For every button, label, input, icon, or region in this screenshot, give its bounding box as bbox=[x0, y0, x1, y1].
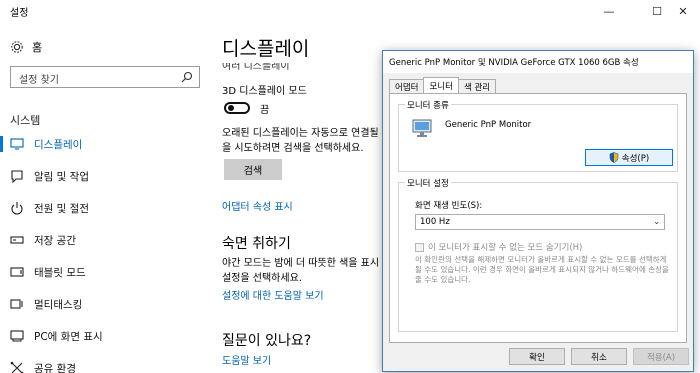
monitor-properties-button[interactable]: 속성(P) bbox=[585, 149, 673, 166]
warning-text: 이 확인란의 선택을 해제하면 모니터가 올바르게 표시할 수 없는 모드를 선… bbox=[415, 255, 669, 284]
question-heading: 질문이 있나요? bbox=[222, 333, 312, 349]
cancel-button[interactable]: 취소 bbox=[571, 348, 627, 365]
help-link[interactable]: 도움말 보기 bbox=[222, 352, 271, 367]
sidebar-item-notifications[interactable]: 알림 및 작업 bbox=[0, 164, 208, 188]
night-help-link[interactable]: 설정에 대한 도움말 보기 bbox=[222, 287, 324, 302]
toggle-state-label: 끔 bbox=[260, 105, 270, 116]
tablet-icon bbox=[10, 265, 24, 279]
checkbox-box[interactable] bbox=[415, 242, 424, 252]
sidebar-item-label: PC에 화면 표시 bbox=[34, 330, 103, 343]
tab-adapter[interactable]: 어댑터 bbox=[389, 79, 425, 93]
sidebar-item-label: 전원 및 절전 bbox=[34, 202, 89, 215]
3d-mode-label: 3D 디스플레이 모드 bbox=[222, 86, 307, 97]
notification-icon bbox=[10, 169, 24, 183]
dialog-tabs: 어댑터 모니터 색 관리 bbox=[389, 77, 497, 94]
home-nav[interactable]: 홈 bbox=[10, 39, 42, 55]
legacy-display-description: 오래된 디스플레이는 자동으로 연결될 을 시도하려면 검색을 선택하세요. bbox=[222, 126, 392, 156]
night-description: 야간 모드는 밤에 더 따뜻한 색을 표시 설정을 선택하세요. bbox=[222, 256, 379, 286]
group-label: 모니터 설정 bbox=[405, 177, 451, 189]
sidebar-item-display[interactable]: 디스플레이 bbox=[0, 132, 208, 156]
sidebar-item-multitasking[interactable]: 멀티태스킹 bbox=[0, 292, 208, 316]
refresh-rate-label: 화면 재생 빈도(S): bbox=[415, 201, 483, 211]
gear-icon bbox=[11, 41, 23, 53]
shared-icon bbox=[10, 361, 24, 373]
properties-button-label: 속성(P) bbox=[621, 153, 650, 164]
page-title: 디스플레이 bbox=[222, 38, 310, 60]
monitor-properties-dialog: Generic PnP Monitor 및 NVIDIA GeForce GTX… bbox=[382, 50, 694, 372]
monitor-settings-group: 모니터 설정 화면 재생 빈도(S): 100 Hz ⌄ 이 모니터가 표시할 … bbox=[398, 177, 678, 332]
sidebar-item-project[interactable]: PC에 화면 표시 bbox=[0, 324, 208, 348]
description-line: 을 시도하려면 검색을 선택하세요. bbox=[222, 143, 364, 154]
monitor-type-group: 모니터 종류 Generic PnP Monitor 속성(P) bbox=[398, 99, 678, 172]
project-icon bbox=[10, 329, 24, 343]
group-label: 모니터 종류 bbox=[405, 99, 451, 111]
sidebar-item-label: 디스플레이 bbox=[34, 138, 83, 151]
sidebar-item-label: 공유 환경 bbox=[34, 362, 76, 373]
sidebar-item-tablet[interactable]: 태블릿 모드 bbox=[0, 260, 208, 284]
search-placeholder: 설정 찾기 bbox=[19, 75, 59, 86]
night-heading: 숙면 취하기 bbox=[222, 236, 291, 252]
chevron-down-icon: ⌄ bbox=[653, 217, 660, 226]
sidebar-item-label: 멀티태스킹 bbox=[34, 298, 83, 311]
sidebar-item-label: 저장 공간 bbox=[34, 234, 76, 247]
storage-icon bbox=[10, 233, 24, 247]
sidebar-item-power[interactable]: 전원 및 절전 bbox=[0, 196, 208, 220]
tab-color-management[interactable]: 색 관리 bbox=[457, 79, 497, 93]
multitasking-icon bbox=[10, 297, 24, 311]
3d-mode-toggle[interactable] bbox=[224, 102, 250, 114]
window-title: 설정 bbox=[10, 8, 29, 19]
sidebar: 홈 설정 찾기 시스템 디스플레이 알림 및 작업 전원 및 절전 저장 공간 … bbox=[0, 22, 208, 373]
sidebar-item-storage[interactable]: 저장 공간 bbox=[0, 228, 208, 252]
settings-title-bar: 설정 — ☐ ✕ bbox=[0, 0, 700, 22]
refresh-rate-select[interactable]: 100 Hz ⌄ bbox=[415, 214, 665, 230]
sidebar-item-shared[interactable]: 공유 환경 bbox=[0, 356, 208, 373]
description-line: 야간 모드는 밤에 더 따뜻한 색을 표시 bbox=[222, 258, 380, 269]
description-line: 설정을 선택하세요. bbox=[222, 273, 302, 284]
hide-modes-label: 이 모니터가 표시할 수 없는 모드 숨기기(H) bbox=[428, 243, 583, 253]
description-line: 오래된 디스플레이는 자동으로 연결될 bbox=[222, 128, 379, 139]
monitor-tab-panel: 모니터 종류 Generic PnP Monitor 속성(P) 모니터 설정 … bbox=[389, 93, 687, 343]
sidebar-item-label: 알림 및 작업 bbox=[34, 170, 89, 183]
dialog-title: Generic PnP Monitor 및 NVIDIA GeForce GTX… bbox=[389, 58, 639, 68]
detect-button[interactable]: 검색 bbox=[224, 159, 282, 180]
hide-modes-checkbox[interactable]: 이 모니터가 표시할 수 없는 모드 숨기기(H) bbox=[415, 241, 582, 253]
monitor-icon bbox=[412, 119, 432, 137]
search-icon bbox=[181, 71, 193, 83]
section-label-system: 시스템 bbox=[10, 114, 41, 127]
close-button[interactable]: ✕ bbox=[666, 0, 700, 22]
tab-monitor[interactable]: 모니터 bbox=[423, 77, 459, 93]
monitor-icon bbox=[10, 137, 24, 151]
search-input[interactable]: 설정 찾기 bbox=[10, 66, 200, 88]
ok-button[interactable]: 확인 bbox=[509, 348, 565, 365]
home-label: 홈 bbox=[32, 41, 43, 54]
sidebar-item-label: 태블릿 모드 bbox=[34, 266, 86, 279]
toggle-knob bbox=[228, 105, 234, 111]
dialog-title-bar: Generic PnP Monitor 및 NVIDIA GeForce GTX… bbox=[383, 51, 693, 73]
uac-shield-icon bbox=[609, 152, 619, 163]
monitor-name: Generic PnP Monitor bbox=[445, 120, 532, 130]
power-icon bbox=[10, 201, 24, 215]
apply-button[interactable]: 적용(A) bbox=[633, 348, 689, 365]
adapter-properties-link[interactable]: 어댑터 속성 표시 bbox=[222, 198, 293, 213]
refresh-rate-value: 100 Hz bbox=[420, 217, 450, 227]
minimize-button[interactable]: — bbox=[592, 0, 626, 22]
